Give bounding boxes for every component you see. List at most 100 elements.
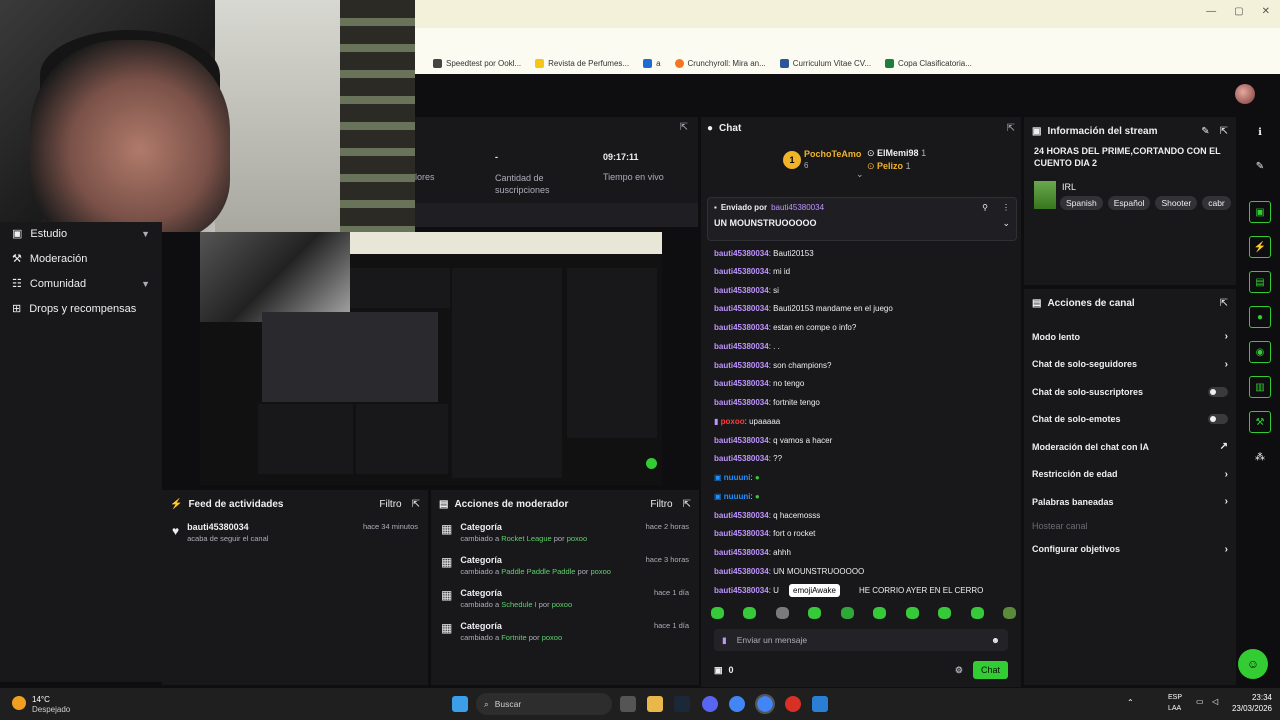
popout-icon[interactable]: ⇱ <box>1220 126 1228 137</box>
emote-icon[interactable] <box>775 607 789 619</box>
age-restriction-row[interactable]: Restricción de edad › <box>1024 461 1236 489</box>
stream-preview[interactable] <box>162 232 700 487</box>
volume-icon[interactable]: ◁ <box>1212 697 1218 706</box>
avatar[interactable] <box>1235 84 1255 104</box>
pinned-message[interactable]: ▪ Enviado por bauti45380034 ⚲ ⋮ UN MOUNS… <box>707 197 1017 241</box>
points-icon[interactable]: ▣ <box>714 665 723 676</box>
clock-time[interactable]: 23:34 <box>1232 693 1272 702</box>
apps-icon[interactable]: ⁂ <box>1249 446 1271 468</box>
address-bar[interactable]: ☆ ⧉ ● ⋮ <box>415 28 1280 74</box>
popout-icon[interactable]: ⇱ <box>412 499 420 510</box>
bookmark-perfumes[interactable]: Revista de Perfumes... <box>535 58 629 68</box>
sidebar-item-estudio[interactable]: ▣ Estudio ▼ <box>0 221 162 246</box>
tag[interactable]: cabr <box>1202 196 1231 210</box>
info-icon[interactable]: ℹ <box>1249 121 1271 143</box>
bookmark-crunchyroll[interactable]: Crunchyroll: Mira an... <box>674 58 766 68</box>
steam-icon[interactable] <box>674 696 690 712</box>
feed-user[interactable]: bauti45380034 <box>187 522 268 532</box>
leaderboard-third-name[interactable]: ⊙ Pelizo 1 <box>867 161 911 172</box>
folder-icon[interactable] <box>647 696 663 712</box>
chat-input[interactable]: ▮ Enviar un mensaje ☻ <box>714 629 1008 651</box>
mod-item-user[interactable]: poxoo <box>552 600 572 609</box>
tag[interactable]: Shooter <box>1155 196 1198 210</box>
edit-icon[interactable]: ✎ <box>1201 126 1209 137</box>
doc-icon[interactable]: ▤ <box>1249 271 1271 293</box>
unpin-icon[interactable]: ⚲ <box>982 203 988 212</box>
feed-desc: acaba de seguir el canal <box>187 534 269 543</box>
mod-item-user[interactable]: poxoo <box>590 567 610 576</box>
chat-send-button[interactable]: Chat <box>972 661 1008 679</box>
bookmark-cv[interactable]: Curriculum Vitae CV... <box>779 58 871 68</box>
goals-row[interactable]: Configurar objetivos › <box>1024 536 1236 564</box>
mod-item-value[interactable]: Fortnite <box>501 633 526 642</box>
feed-filter-button[interactable]: Filtro <box>379 499 401 510</box>
more-icon[interactable]: ⋮ <box>1002 203 1010 212</box>
bolt-icon[interactable]: ⚡ <box>1249 236 1271 258</box>
ai-moderation-row[interactable]: Moderación del chat con IA ↗ <box>1024 433 1236 461</box>
clip-icon[interactable]: ▣ <box>1249 201 1271 223</box>
emote-icon[interactable] <box>711 607 724 619</box>
banned-words-row[interactable]: Palabras baneadas › <box>1024 488 1236 516</box>
sidebar-item-moderacion[interactable]: ⚒ Moderación <box>0 246 162 271</box>
windows-start-icon[interactable] <box>452 696 468 712</box>
taskview-icon[interactable] <box>620 696 636 712</box>
chrome-active-icon[interactable] <box>755 694 775 714</box>
help-fab[interactable]: ☺ <box>1238 649 1268 679</box>
emote-icon[interactable] <box>905 607 919 619</box>
chat-icon[interactable]: ● <box>1249 306 1271 328</box>
chevron-up-icon[interactable]: ⌃ <box>1127 698 1134 707</box>
leaderboard-second-name[interactable]: ⊙ ElMemi98 1 <box>867 148 926 159</box>
emoji-icon[interactable]: ☻ <box>991 635 1000 645</box>
weather-temp[interactable]: 14°C <box>32 695 50 704</box>
popout-icon[interactable]: ⇱ <box>1007 123 1015 134</box>
mod-item-value[interactable]: Schedule I <box>501 600 536 609</box>
mod-item-user[interactable]: poxoo <box>542 633 562 642</box>
leaderboard-first-name[interactable]: PochoTeAmo <box>804 149 861 159</box>
bookmark-speedtest[interactable]: Speedtest por Ookl... <box>433 58 521 68</box>
emote-icon[interactable] <box>808 607 822 619</box>
lang-top[interactable]: ESP <box>1168 694 1182 701</box>
subs-only-toggle[interactable] <box>1208 386 1228 397</box>
close-icon[interactable]: ✕ <box>1262 6 1270 17</box>
emote-only-toggle[interactable] <box>1208 414 1228 425</box>
discord-icon[interactable] <box>702 696 718 712</box>
shop-icon[interactable]: ▥ <box>1249 376 1271 398</box>
chevron-down-icon[interactable]: ⌄ <box>1002 218 1010 229</box>
popout-icon[interactable]: ⇱ <box>683 499 691 510</box>
emote-icon[interactable] <box>1002 607 1016 619</box>
followers-only-row[interactable]: Chat de solo-seguidores › <box>1024 351 1236 379</box>
slow-mode-row[interactable]: Modo lento › <box>1024 323 1236 351</box>
network-icon[interactable]: ▭ <box>1196 697 1204 706</box>
mic-icon[interactable]: ▮ <box>722 635 727 646</box>
mod-item-value[interactable]: Rocket League <box>501 534 551 543</box>
bookmark-a[interactable]: a <box>643 58 661 68</box>
sidebar-item-drops[interactable]: ⊞ Drops y recompensas <box>0 296 162 321</box>
wrench-icon[interactable]: ⚒ <box>1249 411 1271 433</box>
pinned-user[interactable]: bauti45380034 <box>771 203 824 212</box>
stream-category[interactable]: IRL <box>1062 182 1076 192</box>
mod-item-value[interactable]: Paddle Paddle Paddle <box>501 567 575 576</box>
chrome-icon[interactable] <box>729 696 745 712</box>
broadcast-icon[interactable]: ◉ <box>1249 341 1271 363</box>
emote-icon[interactable] <box>873 607 887 619</box>
app-icon[interactable] <box>812 696 828 712</box>
popout-icon[interactable]: ⇱ <box>1220 298 1228 309</box>
expand-icon[interactable]: ⌄ <box>856 169 864 180</box>
mod-filter-button[interactable]: Filtro <box>650 499 672 510</box>
maximize-icon[interactable]: ▢ <box>1234 6 1243 17</box>
popout-icon[interactable]: ⇱ <box>680 122 688 133</box>
taskbar-search[interactable]: ⌕ Buscar <box>476 693 612 715</box>
sidebar-item-comunidad[interactable]: ☷ Comunidad ▼ <box>0 271 162 296</box>
emote-icon[interactable] <box>938 607 952 619</box>
bookmark-copa[interactable]: Copa Clasificatoria... <box>885 58 972 68</box>
minimize-icon[interactable]: — <box>1206 6 1216 17</box>
mod-item-user[interactable]: poxoo <box>567 534 587 543</box>
emote-icon[interactable] <box>743 607 757 619</box>
emote-icon[interactable] <box>840 607 854 619</box>
pencil-icon[interactable]: ✎ <box>1249 155 1271 177</box>
tag[interactable]: Español <box>1107 196 1151 210</box>
settings-icon[interactable]: ⚙ <box>955 665 963 676</box>
record-icon[interactable] <box>785 696 801 712</box>
emote-icon[interactable] <box>970 607 984 619</box>
tag[interactable]: Spanish <box>1060 196 1103 210</box>
